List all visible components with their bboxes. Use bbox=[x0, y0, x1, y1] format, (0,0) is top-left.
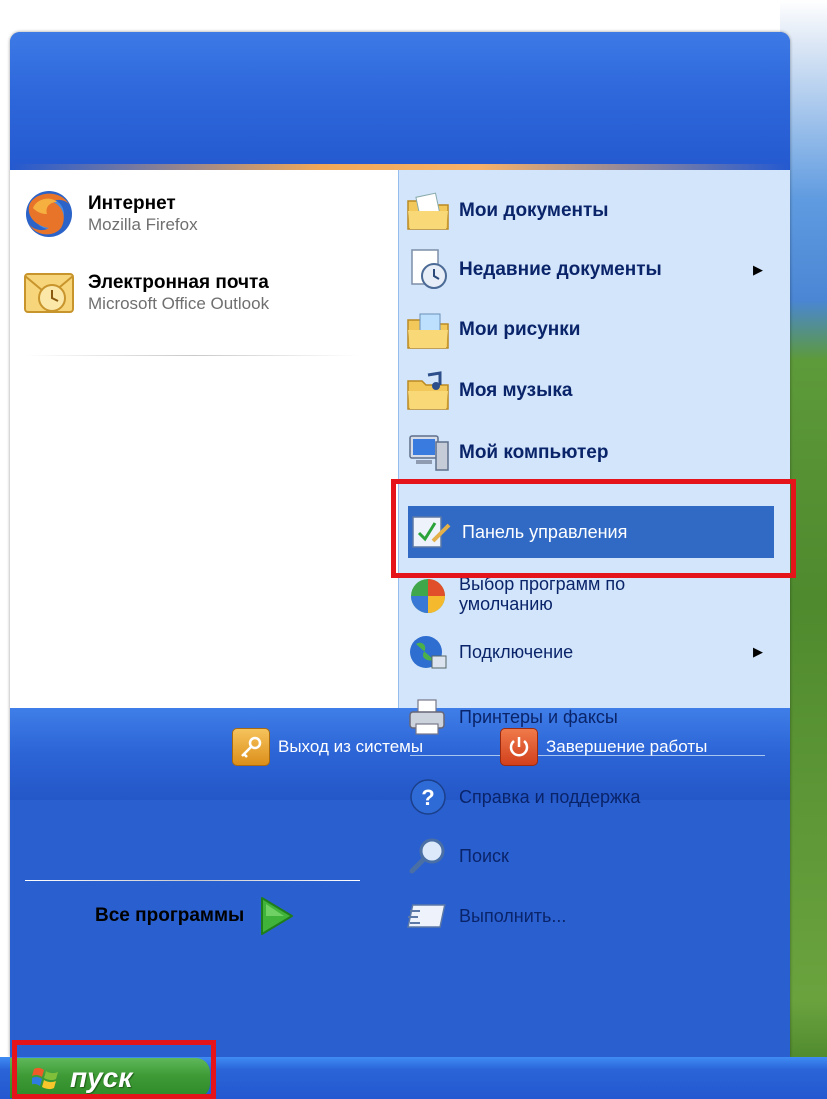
shutdown-label: Завершение работы bbox=[546, 737, 708, 756]
key-icon bbox=[232, 728, 270, 766]
place-label: Подключение bbox=[459, 641, 574, 662]
menu-header bbox=[10, 32, 790, 170]
place-label: Недавние документы bbox=[459, 259, 662, 280]
pinned-item-subtitle: Microsoft Office Outlook bbox=[88, 294, 270, 313]
place-help[interactable]: ? Справка и поддержка bbox=[405, 772, 775, 822]
highlight-box-start bbox=[12, 1040, 216, 1099]
pinned-item-title: Интернет bbox=[88, 193, 176, 214]
pinned-programs-panel bbox=[10, 170, 398, 708]
place-label: Мои документы bbox=[459, 200, 609, 221]
green-arrow-icon bbox=[261, 897, 294, 935]
shutdown-button[interactable]: Завершение работы bbox=[500, 728, 707, 766]
my-music-icon bbox=[405, 368, 451, 414]
svg-text:?: ? bbox=[421, 785, 434, 810]
place-label: Мой компьютер bbox=[459, 442, 609, 463]
pinned-item-email[interactable]: Электронная почта Microsoft Office Outlo… bbox=[20, 262, 370, 324]
all-programs-button[interactable]: Все программы bbox=[95, 890, 294, 942]
pinned-item-internet[interactable]: Интернет Mozilla Firefox bbox=[20, 183, 370, 245]
help-icon: ? bbox=[405, 774, 451, 820]
firefox-icon bbox=[20, 185, 78, 243]
all-programs-separator bbox=[25, 880, 360, 881]
run-icon bbox=[405, 893, 451, 939]
search-icon bbox=[405, 833, 451, 879]
power-icon bbox=[500, 728, 538, 766]
place-label: Поиск bbox=[459, 845, 509, 866]
my-pictures-icon bbox=[405, 307, 451, 353]
place-label: Моя музыка bbox=[459, 380, 573, 401]
submenu-arrow-icon: ▶ bbox=[753, 262, 763, 277]
place-my-documents[interactable]: Мои документы bbox=[405, 186, 775, 236]
pinned-item-title: Электронная почта bbox=[88, 272, 269, 293]
my-computer-icon bbox=[405, 430, 451, 476]
place-connect[interactable]: Подключение ▶ bbox=[405, 627, 775, 677]
connect-icon bbox=[405, 629, 451, 675]
all-programs-label: Все программы bbox=[95, 905, 245, 926]
highlight-box-control-panel bbox=[391, 479, 796, 578]
place-label: Выбор программ по умолчанию bbox=[459, 574, 626, 614]
logoff-button[interactable]: Выход из системы bbox=[232, 728, 423, 766]
logoff-label: Выход из системы bbox=[278, 737, 424, 756]
pinned-item-subtitle: Mozilla Firefox bbox=[88, 215, 198, 234]
place-recent-documents[interactable]: Недавние документы ▶ bbox=[405, 245, 775, 295]
pinned-separator bbox=[25, 355, 360, 356]
submenu-arrow-icon: ▶ bbox=[753, 644, 763, 659]
place-label: Принтеры и факсы bbox=[459, 706, 618, 727]
place-my-computer[interactable]: Мой компьютер bbox=[405, 428, 775, 478]
outlook-icon bbox=[20, 264, 78, 322]
place-label: Справка и поддержка bbox=[459, 786, 641, 807]
place-label: Выполнить... bbox=[459, 905, 567, 926]
my-documents-icon bbox=[405, 188, 451, 234]
place-label: Мои рисунки bbox=[459, 319, 581, 340]
place-search[interactable]: Поиск bbox=[405, 831, 775, 881]
recent-documents-icon bbox=[405, 247, 451, 293]
place-run[interactable]: Выполнить... bbox=[405, 891, 775, 941]
place-my-music[interactable]: Моя музыка bbox=[405, 366, 775, 416]
place-my-pictures[interactable]: Мои рисунки bbox=[405, 305, 775, 355]
